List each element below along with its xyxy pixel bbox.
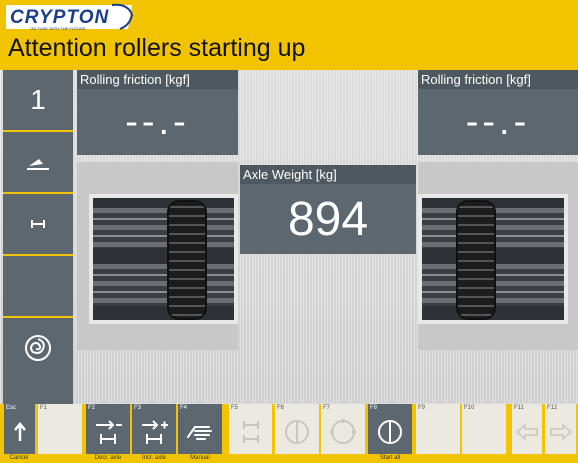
axle-weight-value: 894 (287, 192, 369, 246)
key-id: F7 (323, 405, 331, 411)
f8-key[interactable]: F8 (368, 404, 412, 454)
f3-key[interactable]: F3 (132, 404, 176, 454)
decrease-axle-icon (96, 420, 122, 444)
axle-number: 1 (30, 84, 46, 115)
circle-line-icon (285, 420, 309, 444)
f12-key[interactable]: F12 (545, 404, 576, 454)
arrow-left-icon (515, 423, 538, 441)
left-sidebar: 1 (3, 70, 73, 404)
tire (456, 200, 496, 320)
key-id: F8 (370, 405, 378, 411)
ramp-button[interactable] (3, 132, 73, 192)
left-friction-label: Rolling friction [kgf] (77, 70, 238, 89)
header-bar: CRYPTON ON TUNE WITH THE FUTURE Attentio… (0, 0, 578, 70)
key-id: F5 (231, 405, 239, 411)
key-id: F11 (514, 405, 524, 411)
start-icon (378, 420, 402, 444)
right-friction-value-box: --.- (418, 89, 578, 155)
roller (93, 264, 234, 306)
f4-key[interactable]: F4 (178, 404, 222, 454)
key-id: F1 (40, 405, 48, 411)
axle-icon (31, 220, 45, 228)
f8-label: Start all (379, 455, 401, 461)
axle-number-cell: 1 (3, 70, 73, 130)
key-id: F4 (180, 405, 188, 411)
f6-key[interactable]: F6 (275, 404, 319, 454)
roller (93, 208, 234, 248)
f10-key[interactable]: F10 (462, 404, 506, 454)
swirl-icon (25, 335, 51, 361)
key-id: Esc (6, 405, 17, 411)
arrow-right-icon (549, 423, 572, 441)
left-friction-value-box: --.- (77, 89, 238, 155)
axle-button[interactable] (3, 194, 73, 254)
key-id: F2 (88, 405, 96, 411)
ramp-icon (27, 159, 49, 170)
esc-label: Cancel (9, 455, 29, 461)
right-friction-value: --.- (465, 100, 531, 143)
swirl-button[interactable] (3, 318, 73, 378)
key-id: F12 (547, 405, 558, 411)
tire (167, 200, 207, 320)
left-roller-set (89, 194, 238, 324)
f5-key[interactable]: F5 (229, 404, 272, 454)
f11-key[interactable]: F11 (512, 404, 542, 454)
crypton-logo: CRYPTON ON TUNE WITH THE FUTURE (4, 3, 134, 33)
f7-key[interactable]: F7 (321, 404, 365, 454)
right-roller-set (418, 194, 568, 324)
hand-icon (187, 426, 212, 440)
arrow-up-icon (13, 422, 26, 441)
key-id: F6 (277, 405, 285, 411)
page-title: Attention rollers starting up (8, 34, 306, 62)
axles-icon (242, 421, 259, 443)
key-id: F3 (134, 405, 142, 411)
f2-label: Decr. axle (94, 455, 122, 461)
axle-weight-label: Axle Weight [kg] (240, 165, 416, 184)
key-id: F9 (418, 405, 426, 411)
function-key-bar: Esc Cancel F1 F2 Decr. axle F3 Incr. axl… (0, 404, 578, 463)
axle-weight-value-box: 894 (240, 184, 416, 254)
blank-button[interactable] (3, 256, 73, 316)
f3-label: Incr. axle (141, 455, 166, 461)
left-friction-value: --.- (125, 100, 190, 143)
esc-key[interactable]: Esc (4, 404, 35, 454)
right-friction-label: Rolling friction [kgf] (418, 70, 578, 89)
increase-axle-icon (142, 420, 168, 444)
key-id: F10 (464, 405, 475, 411)
f9-key[interactable]: F9 (416, 404, 460, 454)
f2-key[interactable]: F2 (86, 404, 130, 454)
logo-tagline: ON TUNE WITH THE FUTURE (30, 26, 86, 31)
f4-label: Manual (190, 455, 210, 461)
circle-dots-icon (330, 419, 356, 444)
f1-key[interactable]: F1 (38, 404, 82, 454)
